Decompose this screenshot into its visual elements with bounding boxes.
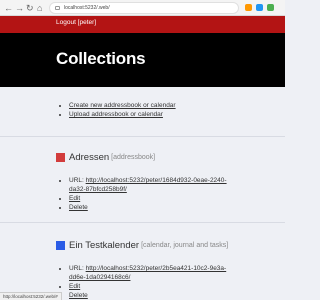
list-item: URL: http://localhost:5232/peter/2b5ea42… <box>69 264 226 282</box>
home-icon[interactable]: ⌂ <box>37 2 42 14</box>
browser-toolbar: ← → ↻ ⌂ localhost:5232/.web/ <box>0 0 285 16</box>
url-line-1: http://localhost:5232/peter/1684d932-0ea… <box>85 177 227 184</box>
extension-icon-1[interactable] <box>245 4 252 11</box>
collection-url-link[interactable]: http://localhost:5232/peter/2b5ea421-10c… <box>69 265 226 281</box>
create-collection-link[interactable]: Create new addressbook or calendar <box>69 102 176 109</box>
lock-icon <box>55 6 60 10</box>
collection-type: [calendar, journal and tasks] <box>141 242 229 249</box>
page-title: Collections <box>56 49 146 68</box>
collection-type: [addressbook] <box>111 154 156 161</box>
delete-link[interactable]: Delete <box>69 204 88 211</box>
divider <box>0 222 285 223</box>
list-item: Delete <box>69 291 226 300</box>
top-header: Logout [peter] <box>0 16 285 33</box>
edit-link[interactable]: Edit <box>69 283 80 290</box>
collection-details: URL: http://localhost:5232/peter/1684d93… <box>63 176 227 212</box>
extension-icon-3[interactable] <box>267 4 274 11</box>
collection-name: Adressen <box>69 152 110 163</box>
collection-header: Ein Testkalender [calendar, journal and … <box>56 240 228 251</box>
logout-link[interactable]: Logout [peter] <box>56 19 96 26</box>
edit-link[interactable]: Edit <box>69 195 80 202</box>
list-item: Create new addressbook or calendar <box>69 101 176 110</box>
upload-collection-link[interactable]: Upload addressbook or calendar <box>69 111 163 118</box>
list-item: Edit <box>69 194 227 203</box>
action-list: Create new addressbook or calendar Uploa… <box>63 101 176 119</box>
collection-color-swatch[interactable] <box>56 241 65 250</box>
url-label: URL: <box>69 177 84 184</box>
url-line-1: http://localhost:5232/peter/2b5ea421-10c… <box>85 265 227 272</box>
address-url: localhost:5232/.web/ <box>64 5 110 11</box>
url-line-2: dd6e-1da0294168c6/ <box>69 274 131 281</box>
status-bar: http://localhost:5232/.web/# <box>0 292 62 300</box>
collection-url-link[interactable]: http://localhost:5232/peter/1684d932-0ea… <box>69 177 227 193</box>
url-label: URL: <box>69 265 84 272</box>
divider <box>0 136 285 137</box>
reload-icon[interactable]: ↻ <box>26 2 34 14</box>
extension-icon-2[interactable] <box>256 4 263 11</box>
url-line-2: da32-87bfcd258b9f/ <box>69 186 127 193</box>
forward-icon[interactable]: → <box>15 2 24 14</box>
list-item: Upload addressbook or calendar <box>69 110 176 119</box>
address-bar[interactable]: localhost:5232/.web/ <box>49 2 239 14</box>
delete-link[interactable]: Delete <box>69 292 88 299</box>
title-band: Collections <box>0 33 285 87</box>
collection-name: Ein Testkalender <box>69 240 140 251</box>
collection-color-swatch[interactable] <box>56 153 65 162</box>
list-item: Edit <box>69 282 226 291</box>
back-icon[interactable]: ← <box>4 2 13 14</box>
list-item: URL: http://localhost:5232/peter/1684d93… <box>69 176 227 194</box>
collection-details: URL: http://localhost:5232/peter/2b5ea42… <box>63 264 226 300</box>
collection-header: Adressen [addressbook] <box>56 152 155 163</box>
list-item: Delete <box>69 203 227 212</box>
